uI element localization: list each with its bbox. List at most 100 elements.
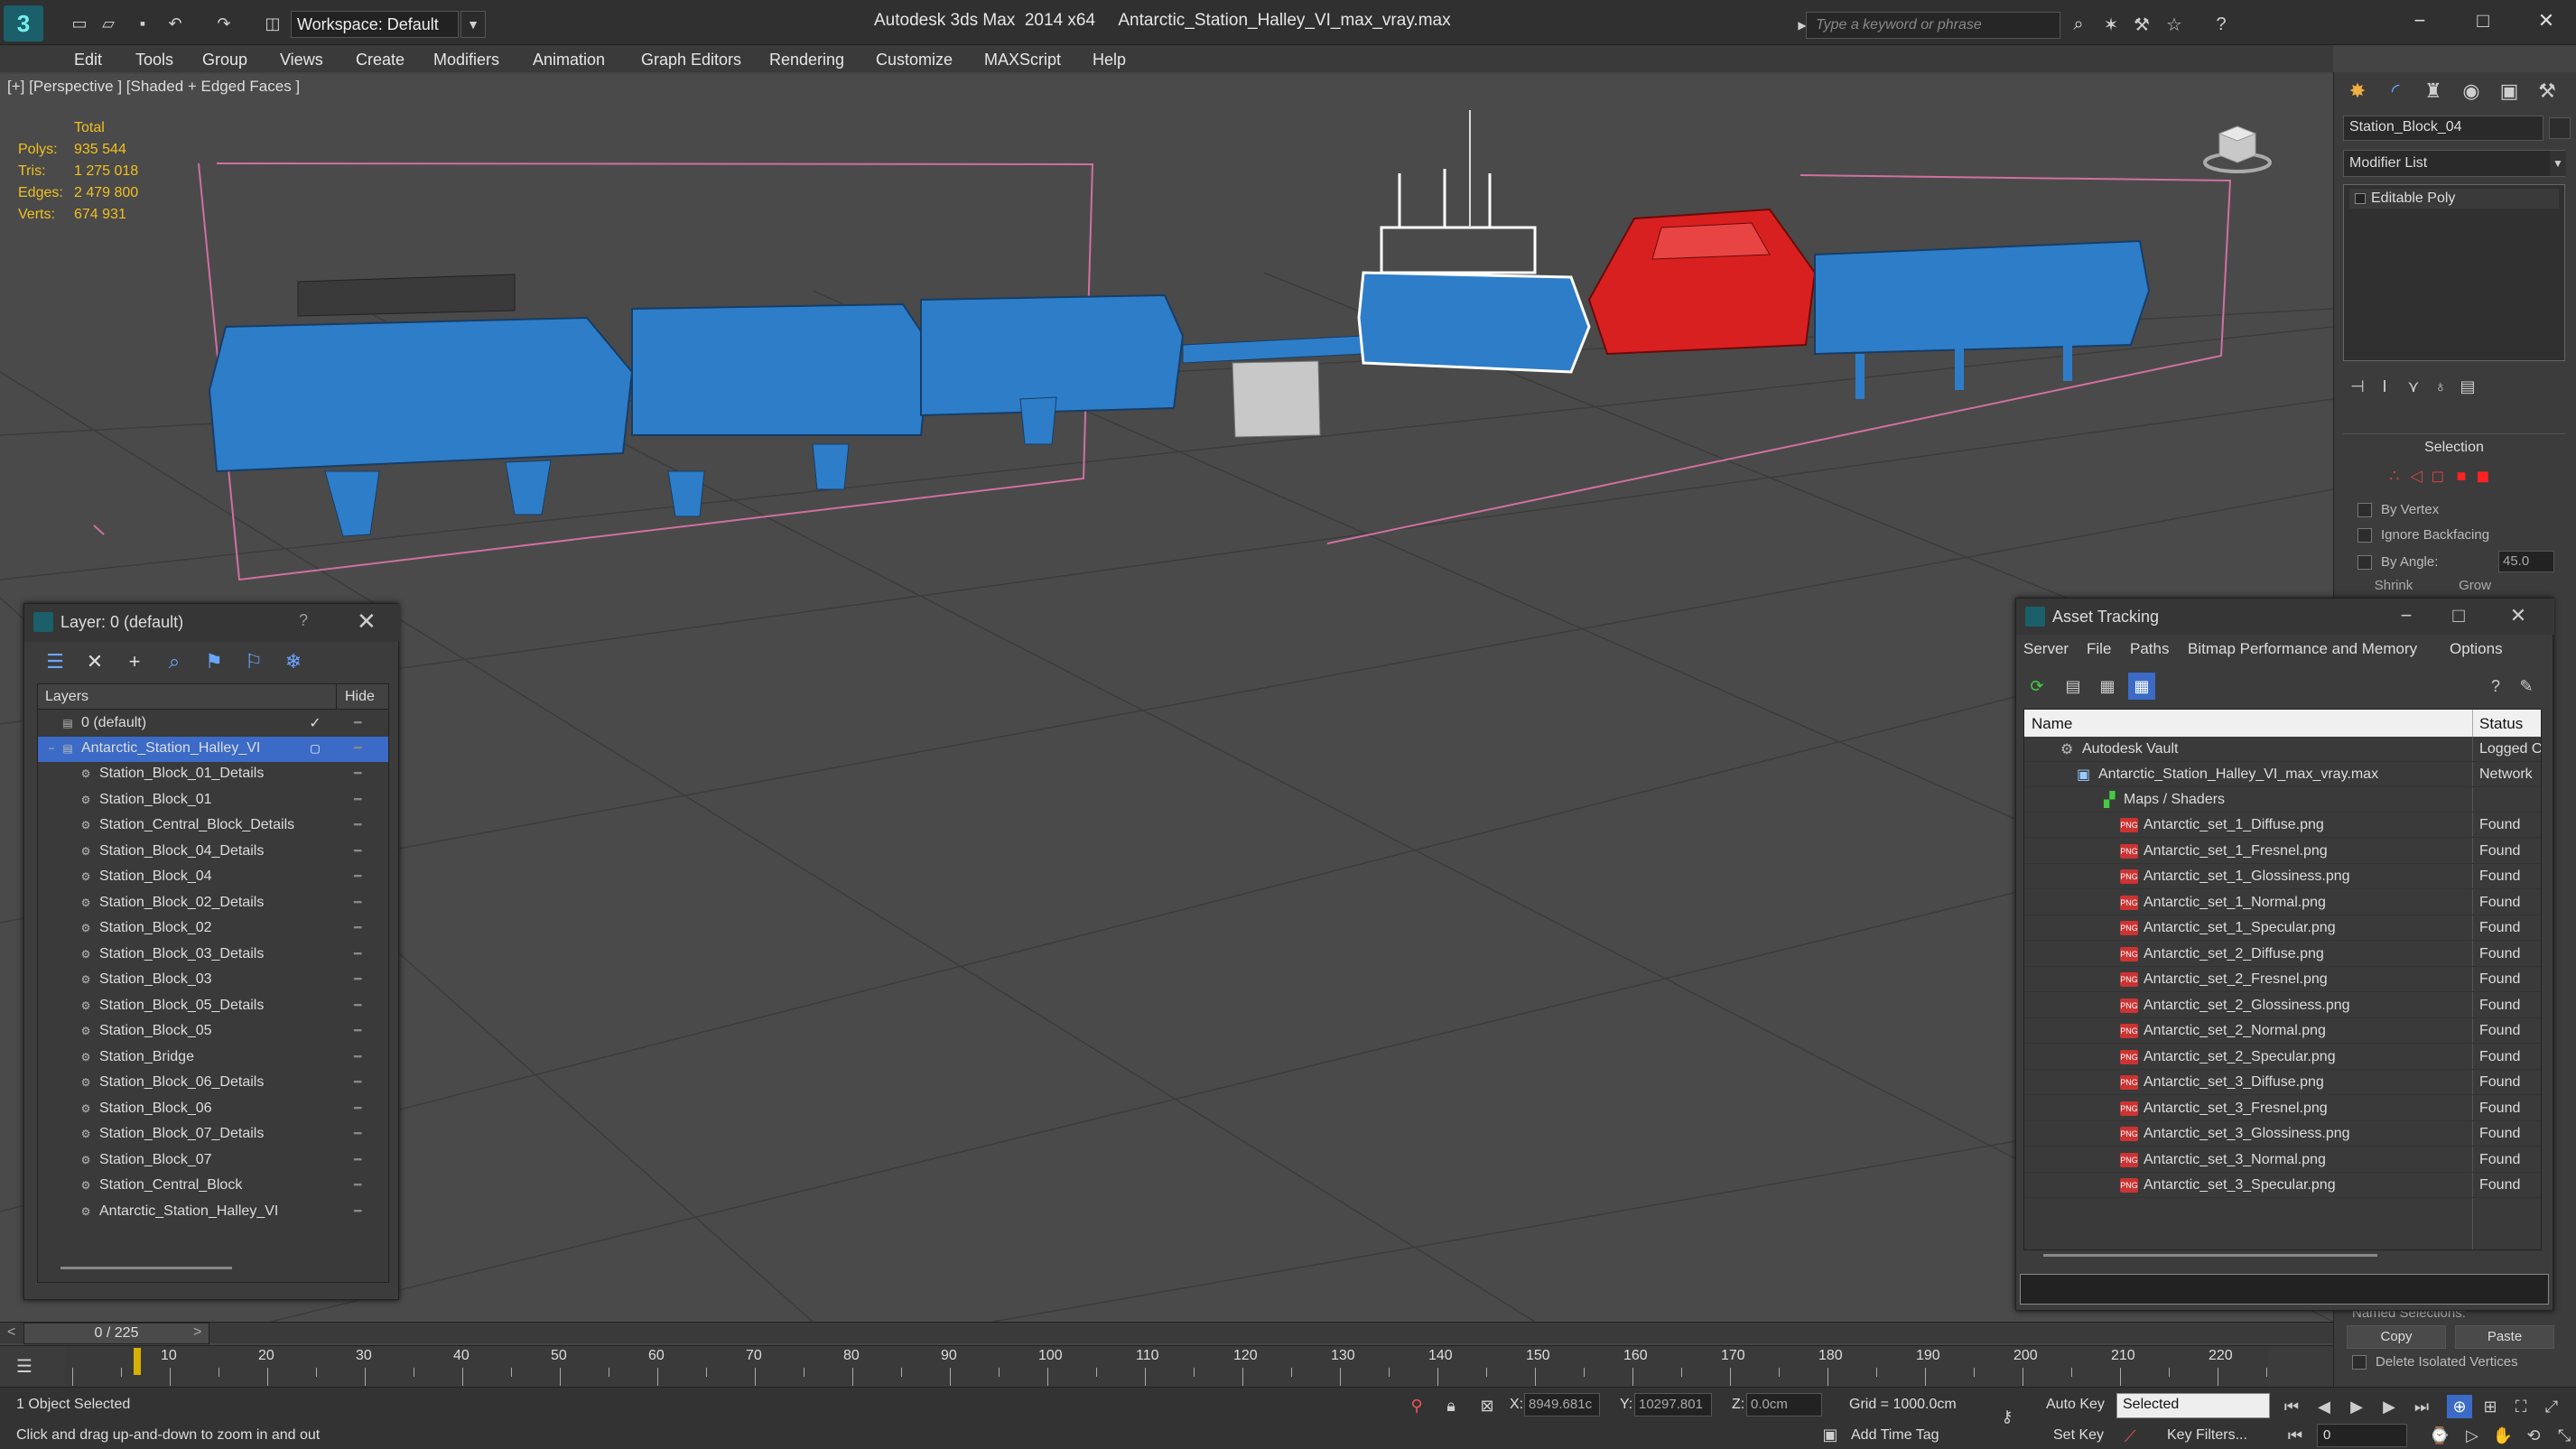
- select-objects-icon[interactable]: ⌕: [160, 647, 189, 676]
- modifier-stack-item[interactable]: Editable Poly: [2349, 189, 2559, 209]
- layer-object-row[interactable]: ⚙ Station_Central_Block_Details ━: [38, 813, 388, 839]
- hide-toggle[interactable]: ━: [354, 868, 372, 884]
- asset-row-scene-file[interactable]: ▣ Antarctic_Station_Halley_VI_max_vray.m…: [2024, 762, 2541, 787]
- set-active-icon[interactable]: ▢: [309, 742, 321, 755]
- next-frame-icon[interactable]: ▶: [2376, 1395, 2402, 1418]
- isolate-icon[interactable]: ⚲: [1407, 1395, 1427, 1416]
- previous-frame-icon[interactable]: ◀: [2311, 1395, 2337, 1418]
- hide-toggle[interactable]: ━: [354, 1049, 372, 1064]
- menu-maxscript[interactable]: MAXScript: [984, 51, 1061, 70]
- asset-row-map[interactable]: PNG Antarctic_set_3_Diffuse.png Found: [2024, 1070, 2541, 1095]
- border-mode-icon[interactable]: ◻: [2428, 466, 2448, 486]
- hide-toggle[interactable]: ━: [354, 1152, 372, 1167]
- asset-path-field[interactable]: [2020, 1274, 2549, 1305]
- hide-toggle[interactable]: ━: [354, 998, 372, 1013]
- asset-row-map[interactable]: PNG Antarctic_set_1_Normal.png Found: [2024, 890, 2541, 915]
- add-layer-icon[interactable]: +: [120, 647, 149, 676]
- copy-button[interactable]: Copy: [2347, 1325, 2446, 1349]
- menu-graph-editors[interactable]: Graph Editors: [641, 51, 741, 70]
- layer-object-row[interactable]: ⚙ Station_Block_06 ━: [38, 1097, 388, 1122]
- key-filters-button[interactable]: Key Filters...: [2167, 1427, 2247, 1444]
- modify-tab-icon[interactable]: ◜: [2379, 76, 2412, 107]
- menu-options[interactable]: Options: [2450, 640, 2503, 658]
- asset-row-map[interactable]: PNG Antarctic_set_2_Fresnel.png Found: [2024, 967, 2541, 992]
- asset-row-map[interactable]: PNG Antarctic_set_2_Glossiness.png Found: [2024, 993, 2541, 1018]
- asset-row-map[interactable]: PNG Antarctic_set_3_Normal.png Found: [2024, 1147, 2541, 1173]
- checkbox-box[interactable]: [2357, 554, 2372, 570]
- layer-object-row[interactable]: ⚙ Station_Bridge ━: [38, 1045, 388, 1071]
- menu-bitmap-performance[interactable]: Bitmap Performance and Memory: [2188, 640, 2417, 658]
- show-end-result-icon[interactable]: Ⅰ: [2372, 374, 2397, 399]
- layer-object-row[interactable]: ⚙ Station_Block_02 ━: [38, 916, 388, 942]
- layer-object-row[interactable]: ⚙ Station_Block_07_Details ━: [38, 1122, 388, 1147]
- by-angle-checkbox[interactable]: By Angle:: [2357, 554, 2438, 570]
- current-frame-field[interactable]: 0: [2317, 1424, 2407, 1447]
- hide-toggle[interactable]: ━: [354, 766, 372, 781]
- help-icon[interactable]: ?: [2482, 673, 2509, 700]
- layer-object-row[interactable]: ⚙ Station_Block_03 ━: [38, 968, 388, 993]
- asset-window-titlebar[interactable]: Asset Tracking − □ ✕: [2016, 599, 2554, 635]
- menu-help[interactable]: Help: [1093, 51, 1126, 70]
- refresh-icon[interactable]: ⟳: [2023, 673, 2051, 700]
- hierarchy-tab-icon[interactable]: ♜: [2417, 76, 2450, 107]
- binoculars-icon[interactable]: ⌕: [2066, 13, 2091, 36]
- horizontal-scrollbar[interactable]: [60, 1267, 232, 1269]
- stack-bulb-icon[interactable]: [2355, 193, 2366, 204]
- search-input[interactable]: Type a keyword or phrase: [1806, 12, 2060, 39]
- layer-object-row[interactable]: ⚙ Station_Block_07 ━: [38, 1148, 388, 1174]
- field-of-view-icon[interactable]: ▷: [2460, 1424, 2485, 1447]
- delete-isolated-checkbox[interactable]: Delete Isolated Vertices: [2352, 1354, 2518, 1370]
- menu-tools[interactable]: Tools: [135, 51, 173, 70]
- menu-file[interactable]: File: [2087, 640, 2111, 658]
- mini-curve-editor-icon[interactable]: ☰: [16, 1355, 33, 1378]
- configure-sets-icon[interactable]: ▤: [2455, 374, 2480, 399]
- asset-row-map[interactable]: PNG Antarctic_set_2_Diffuse.png Found: [2024, 942, 2541, 967]
- chevron-down-icon[interactable]: ▼: [2550, 151, 2566, 176]
- y-coordinate-field[interactable]: 10297.801: [1634, 1393, 1712, 1416]
- polygon-mode-icon[interactable]: ■: [2451, 466, 2471, 486]
- asset-row-vault[interactable]: ⚙ Autodesk Vault Logged O: [2024, 737, 2541, 762]
- layer-row-selected[interactable]: − ▤ Antarctic_Station_Halley_VI ▢ ━: [38, 737, 388, 762]
- pin-stack-icon[interactable]: ⊣: [2345, 374, 2370, 399]
- zoom-icon[interactable]: ⊕: [2447, 1395, 2472, 1418]
- layer-object-row[interactable]: ⚙ Station_Block_03_Details ━: [38, 943, 388, 968]
- edge-mode-icon[interactable]: ◁: [2406, 466, 2426, 486]
- hide-column-header[interactable]: Hide: [345, 689, 375, 705]
- auto-key-button[interactable]: Auto Key: [2046, 1397, 2105, 1413]
- asset-row-map[interactable]: PNG Antarctic_set_3_Glossiness.png Found: [2024, 1121, 2541, 1147]
- highlight-layer-icon[interactable]: ⚑: [200, 647, 228, 676]
- z-coordinate-field[interactable]: 0.0cm: [1746, 1393, 1822, 1416]
- zoom-extents-icon[interactable]: ⛶: [2508, 1395, 2534, 1418]
- orbit-icon[interactable]: ⟲: [2521, 1424, 2546, 1447]
- menu-animation[interactable]: Animation: [533, 51, 605, 70]
- layers-icon[interactable]: ☰: [41, 647, 70, 676]
- layer-object-row[interactable]: ⚙ Antarctic_Station_Halley_VI ━: [38, 1200, 388, 1225]
- menu-paths[interactable]: Paths: [2130, 640, 2169, 658]
- project-folder-icon[interactable]: ◫: [262, 13, 284, 34]
- hide-toggle[interactable]: ━: [354, 895, 372, 910]
- layer-row-default[interactable]: ▤ 0 (default) ✓ ━: [38, 711, 388, 737]
- time-next-arrow[interactable]: >: [193, 1324, 201, 1341]
- shrink-button[interactable]: Shrink: [2357, 578, 2430, 599]
- layer-object-row[interactable]: ⚙ Station_Block_02_Details ━: [38, 891, 388, 916]
- layer-object-row[interactable]: ⚙ Station_Block_06_Details ━: [38, 1071, 388, 1096]
- close-icon[interactable]: ✕: [2528, 7, 2564, 34]
- current-frame-marker[interactable]: [134, 1348, 141, 1375]
- hide-all-icon[interactable]: ⚐: [239, 647, 268, 676]
- hide-toggle[interactable]: ━: [354, 1177, 372, 1193]
- key-icon[interactable]: ⚷: [1997, 1406, 2017, 1427]
- hide-toggle[interactable]: ━: [354, 946, 372, 961]
- asset-row-map[interactable]: PNG Antarctic_set_3_Specular.png Found: [2024, 1173, 2541, 1198]
- hide-toggle[interactable]: ━: [354, 740, 372, 756]
- viewcube[interactable]: [2203, 121, 2272, 175]
- add-time-tag[interactable]: Add Time Tag: [1851, 1427, 1939, 1444]
- open-file-icon[interactable]: ▱: [98, 13, 119, 34]
- time-tag-icon[interactable]: ▣: [1820, 1424, 1840, 1445]
- hide-toggle[interactable]: ━: [354, 792, 372, 807]
- close-icon[interactable]: ✕: [357, 608, 377, 636]
- grow-button[interactable]: Grow: [2439, 578, 2511, 599]
- key-mode-icon[interactable]: ⏮: [2283, 1424, 2308, 1447]
- element-mode-icon[interactable]: ◼: [2473, 466, 2493, 486]
- play-icon[interactable]: ▶: [2344, 1395, 2369, 1418]
- checkbox-box[interactable]: [2357, 502, 2372, 517]
